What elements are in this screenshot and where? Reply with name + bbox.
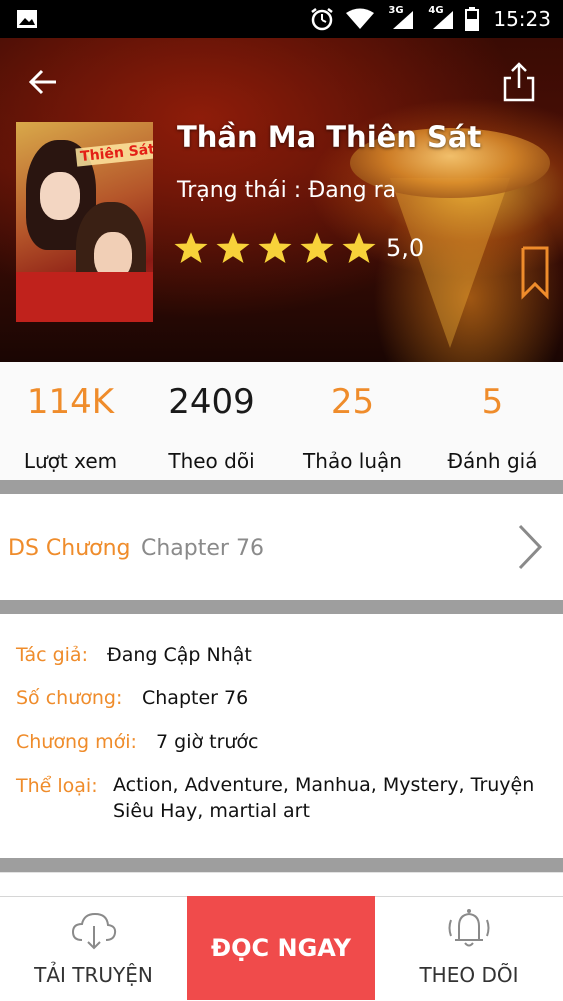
follow-button[interactable]: THEO DÕI <box>375 896 563 1000</box>
author-value: Đang Cập Nhật <box>107 644 252 666</box>
rating: 5,0 <box>172 230 424 266</box>
author-row: Tác giả: Đang Cập Nhật <box>16 644 252 666</box>
follow-label: THEO DÕI <box>419 963 519 987</box>
spacer <box>0 872 563 897</box>
section-divider <box>0 480 563 494</box>
stat-value: 5 <box>481 382 504 422</box>
share-icon[interactable] <box>500 60 538 104</box>
cloud-download-icon <box>71 912 117 950</box>
cover-art <box>40 172 80 220</box>
signal-4g: 4G <box>425 5 455 31</box>
wifi-icon <box>346 8 375 29</box>
stat-label: Thảo luận <box>303 449 402 473</box>
star-icon <box>174 232 208 263</box>
chapter-list-row[interactable]: DS Chương Chapter 76 <box>0 494 563 600</box>
signal-icon <box>393 11 414 29</box>
genre-label: Thể loại: <box>16 775 98 797</box>
stat-label: Đánh giá <box>447 449 538 473</box>
comic-cover: Thiên Sát Thần <box>16 122 153 322</box>
stats-panel: 114K Lượt xem 2409 Theo dõi 25 Thảo luận… <box>0 362 563 480</box>
cover-title: Thiên Sát Thần <box>75 135 153 167</box>
rating-value: 5,0 <box>386 234 425 262</box>
section-divider <box>0 600 563 614</box>
publication-status: Trạng thái : Đang ra <box>177 178 397 203</box>
back-arrow-icon[interactable] <box>26 64 62 100</box>
clock: 15:23 <box>493 7 551 31</box>
new-chapter-label: Chương mới: <box>16 731 137 753</box>
stat-value: 114K <box>26 382 115 422</box>
star-icon <box>300 232 334 263</box>
section-divider <box>0 858 563 872</box>
chapter-count-row: Số chương: Chapter 76 <box>16 687 248 709</box>
stat-discussions[interactable]: 25 Thảo luận <box>282 362 423 480</box>
cover-art <box>16 272 153 322</box>
stat-followers: 2409 Theo dõi <box>141 362 282 480</box>
battery-icon <box>465 7 480 31</box>
chapter-count-label: Số chương: <box>16 687 123 709</box>
latest-chapter: Chapter 76 <box>141 536 264 561</box>
genre-value: Action, Adventure, Manhua, Mystery, Truy… <box>113 774 535 822</box>
chevron-right-icon <box>518 524 543 570</box>
chapter-list-label: DS Chương <box>8 536 131 561</box>
comic-title: Thần Ma Thiên Sát <box>177 120 482 154</box>
new-chapter-value: 7 giờ trước <box>156 731 259 753</box>
new-chapter-row: Chương mới: 7 giờ trước <box>16 731 259 753</box>
stat-value: 2409 <box>168 382 255 422</box>
stat-views: 114K Lượt xem <box>0 362 141 480</box>
star-icon <box>258 232 292 263</box>
stat-ratings[interactable]: 5 Đánh giá <box>422 362 563 480</box>
stat-label: Theo dõi <box>168 449 255 473</box>
star-icon <box>342 232 376 263</box>
signal-3g: 3G <box>385 5 415 31</box>
image-icon <box>17 10 37 28</box>
author-label: Tác giả: <box>16 644 88 666</box>
bookmark-icon[interactable] <box>520 244 550 300</box>
signal-icon <box>433 11 454 29</box>
star-icon <box>216 232 250 263</box>
stat-value: 25 <box>330 382 375 422</box>
download-label: TẢI TRUYỆN <box>34 963 153 987</box>
download-button[interactable]: TẢI TRUYỆN <box>0 896 187 1000</box>
bell-icon <box>448 909 490 947</box>
status-bar: 3G 4G 15:23 <box>0 0 563 38</box>
chapter-count-value: Chapter 76 <box>142 687 249 709</box>
alarm-icon <box>311 8 334 31</box>
comic-header: Thiên Sát Thần Thần Ma Thiên Sát Trạng t… <box>0 38 563 362</box>
genre-row: Thể loại: <box>16 775 98 797</box>
stat-label: Lượt xem <box>23 449 118 473</box>
read-now-button[interactable]: ĐỌC NGAY <box>187 896 375 1000</box>
